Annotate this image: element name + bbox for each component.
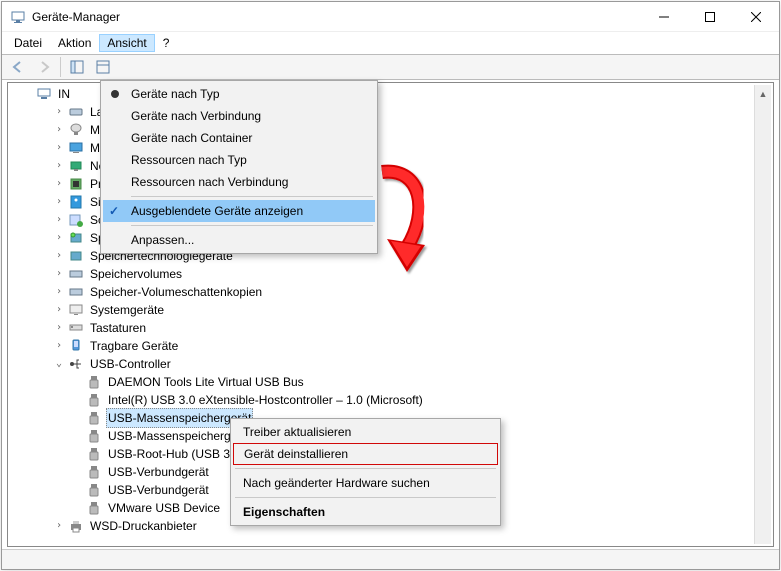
dd-show-hidden[interactable]: ✓Ausgeblendete Geräte anzeigen [103,200,375,222]
category-icon [68,122,84,138]
tree-item-label: VMware USB Device [106,499,222,517]
usb-device-icon [86,446,102,462]
category-icon [68,140,84,156]
usb-device-icon [86,482,102,498]
usb-device-icon [86,410,102,426]
tree-item[interactable]: › Speichervolumes [16,265,425,283]
window-title: Geräte-Manager [32,10,641,24]
chevron-right-icon[interactable]: › [52,193,66,211]
tree-item-label: Tastaturen [88,319,148,337]
chevron-right-icon[interactable]: › [52,139,66,157]
chevron-right-icon[interactable]: › [52,337,66,355]
forward-button[interactable] [32,56,56,78]
dd-devices-by-connection[interactable]: Geräte nach Verbindung [103,105,375,127]
tree-item-label: Speicher-Volumeschattenkopien [88,283,264,301]
window: Geräte-Manager Datei Aktion Ansicht ? Ge… [1,1,780,570]
category-icon [68,176,84,192]
dd-devices-by-type[interactable]: Geräte nach Typ [103,83,375,105]
back-button[interactable] [6,56,30,78]
chevron-right-icon[interactable]: › [52,103,66,121]
view-dropdown: Geräte nach Typ Geräte nach Verbindung G… [100,80,378,254]
ctx-properties[interactable]: Eigenschaften [233,501,498,523]
usb-device-icon [86,392,102,408]
tree-item-label: Systemgeräte [88,301,166,319]
tree-item-label: DAEMON Tools Lite Virtual USB Bus [106,373,306,391]
chevron-right-icon[interactable]: › [52,319,66,337]
category-icon [68,266,84,282]
tree-item-label: USB-Verbundgerät [106,463,211,481]
chevron-right-icon[interactable]: › [52,121,66,139]
printer-icon [68,518,84,534]
chevron-right-icon[interactable]: › [52,175,66,193]
category-icon [68,230,84,246]
check-icon: ✓ [109,204,119,218]
category-icon [68,284,84,300]
toolbar [2,54,779,80]
tree-item[interactable]: › Systemgeräte [16,301,425,319]
menu-separator [131,225,373,226]
scroll-up-icon[interactable]: ▲ [755,85,771,102]
ctx-uninstall-device[interactable]: Gerät deinstallieren [233,443,498,465]
menu-action[interactable]: Aktion [50,34,99,52]
dd-resources-by-type[interactable]: Ressourcen nach Typ [103,149,375,171]
tree-item-label: USB-Root-Hub (USB 3.0) [106,445,246,463]
computer-icon [36,86,52,102]
menu-view[interactable]: Ansicht [99,34,154,52]
toolbar-btn-1[interactable] [65,56,89,78]
tree-item[interactable]: › Speicher-Volumeschattenkopien [16,283,425,301]
app-icon [10,9,26,25]
chevron-right-icon[interactable]: › [52,517,66,535]
tree-item-label: Tragbare Geräte [88,337,180,355]
menu-file[interactable]: Datei [6,34,50,52]
bullet-icon [111,90,119,98]
chevron-right-icon[interactable]: › [52,301,66,319]
minimize-button[interactable] [641,2,687,32]
chevron-right-icon[interactable]: › [52,157,66,175]
context-menu: Treiber aktualisieren Gerät deinstallier… [230,418,501,526]
vertical-scrollbar[interactable]: ▲ [754,85,771,544]
chevron-right-icon[interactable]: › [52,283,66,301]
maximize-button[interactable] [687,2,733,32]
dd-resources-by-connection[interactable]: Ressourcen nach Verbindung [103,171,375,193]
tree-item[interactable]: › Tastaturen [16,319,425,337]
ctx-update-driver[interactable]: Treiber aktualisieren [233,421,498,443]
dd-customize[interactable]: Anpassen... [103,229,375,251]
category-icon [68,320,84,336]
menu-separator [235,497,496,498]
tree-item-label: Speichervolumes [88,265,184,283]
menu-help[interactable]: ? [155,34,178,52]
tree-item-label: Intel(R) USB 3.0 eXtensible-Hostcontroll… [106,391,425,409]
toolbar-btn-2[interactable] [91,56,115,78]
usb-device-icon [86,428,102,444]
usb-icon [68,356,84,372]
category-icon [68,194,84,210]
category-icon [68,248,84,264]
titlebar: Geräte-Manager [2,2,779,32]
tree-item-label: USB-Verbundgerät [106,481,211,499]
category-icon [68,302,84,318]
status-bar [2,549,779,569]
menubar: Datei Aktion Ansicht ? [2,32,779,54]
chevron-right-icon[interactable]: › [52,211,66,229]
chevron-right-icon[interactable]: › [52,265,66,283]
tree-item-usb-controller[interactable]: ⌄ USB-Controller [16,355,425,373]
dd-devices-by-container[interactable]: Geräte nach Container [103,127,375,149]
usb-device-icon [86,464,102,480]
chevron-right-icon[interactable]: › [52,247,66,265]
ctx-scan-hardware[interactable]: Nach geänderter Hardware suchen [233,472,498,494]
menu-separator [235,468,496,469]
usb-device-icon [86,374,102,390]
category-icon [68,212,84,228]
category-icon [68,158,84,174]
tree-item[interactable]: › Tragbare Geräte [16,337,425,355]
menu-separator [131,196,373,197]
tree-item-usb-child[interactable]: DAEMON Tools Lite Virtual USB Bus [16,373,425,391]
chevron-down-icon[interactable]: ⌄ [52,355,66,373]
close-button[interactable] [733,2,779,32]
chevron-right-icon[interactable]: › [52,229,66,247]
usb-device-icon [86,500,102,516]
category-icon [68,104,84,120]
tree-item-usb-child[interactable]: Intel(R) USB 3.0 eXtensible-Hostcontroll… [16,391,425,409]
category-icon [68,338,84,354]
